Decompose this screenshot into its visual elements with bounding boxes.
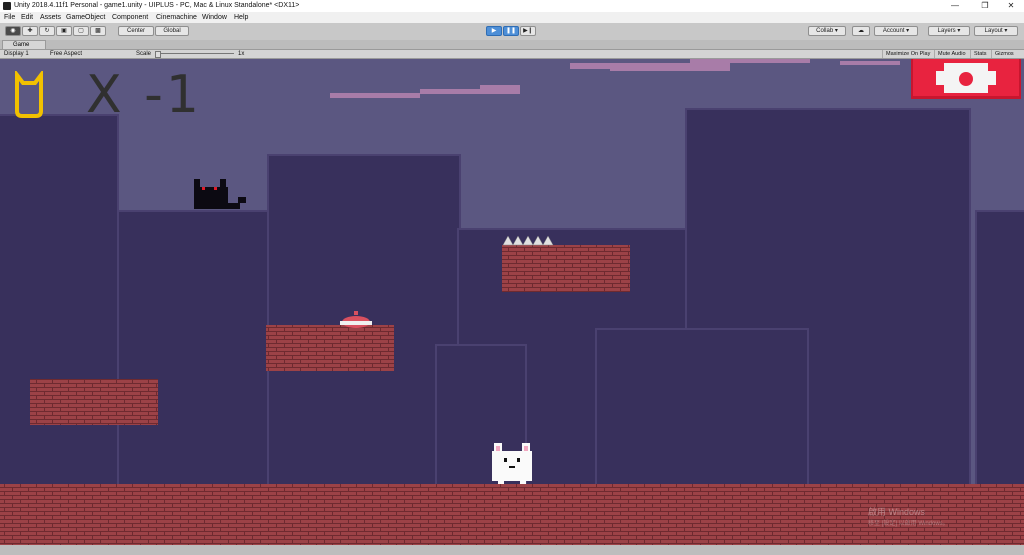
layers-dropdown[interactable]: Layers ▾ <box>928 26 970 36</box>
mute-audio-button[interactable]: Mute Audio <box>934 50 969 58</box>
menu-component[interactable]: Component <box>112 14 148 21</box>
unity-logo-icon <box>3 2 11 10</box>
menu-help[interactable]: Help <box>234 14 248 21</box>
pause-button-icon <box>911 59 1021 99</box>
hand-tool-icon[interactable]: ◉ <box>5 26 21 36</box>
game-scene <box>0 59 1024 545</box>
lives-counter: X -1 <box>86 65 202 125</box>
menu-gameobject[interactable]: GameObject <box>66 14 105 21</box>
menu-cinemachine[interactable]: Cinemachine <box>156 14 197 21</box>
maximize-icon[interactable]: ❐ <box>972 0 998 12</box>
collab-button[interactable]: Collab ▾ <box>808 26 846 36</box>
close-icon[interactable]: ✕ <box>998 0 1024 12</box>
window-title: Unity 2018.4.11f1 Personal - game1.unity… <box>14 2 300 9</box>
game-view-options: Display 1 Free Aspect Scale 1x Maximize … <box>0 50 1024 59</box>
scale-value: 1x <box>238 51 245 57</box>
account-dropdown[interactable]: Account ▾ <box>874 26 918 36</box>
window-title-bar: Unity 2018.4.11f1 Personal - game1.unity… <box>0 0 1024 12</box>
menu-edit[interactable]: Edit <box>21 14 33 21</box>
brick-platform-middle <box>266 325 394 371</box>
maximize-on-play-button[interactable]: Maximize On Play <box>882 50 933 58</box>
game-viewport[interactable]: X -1 <box>0 59 1024 545</box>
scale-slider[interactable] <box>156 53 234 54</box>
menu-file[interactable]: File <box>4 14 15 21</box>
cloud-icon[interactable]: ☁ <box>852 26 870 36</box>
activation-watermark-subtitle: 移至 [設定] 以啟用 Windows。 <box>868 521 949 527</box>
editor-toolbar: ◉ ✚ ↻ ▣ ▢ ▩ Center Global ▶ ❚❚ ▶❙ Collab… <box>0 23 1024 41</box>
clouds <box>330 59 900 98</box>
step-icon[interactable]: ▶❙ <box>520 26 536 36</box>
display-dropdown[interactable]: Display 1 <box>4 50 29 58</box>
layout-dropdown[interactable]: Layout ▾ <box>974 26 1018 36</box>
game-view-header: Game <box>0 40 1024 50</box>
menu-assets[interactable]: Assets <box>40 14 61 21</box>
menu-window[interactable]: Window <box>202 14 227 21</box>
play-icon[interactable]: ▶ <box>486 26 502 36</box>
brick-platform-upper <box>502 245 630 292</box>
status-bar <box>0 545 1024 555</box>
cat-lives-icon <box>15 71 43 118</box>
stats-button[interactable]: Stats <box>970 50 990 58</box>
scale-slider-handle[interactable] <box>155 51 161 58</box>
transform-tool-icon[interactable]: ▩ <box>90 26 106 36</box>
pause-icon[interactable]: ❚❚ <box>503 26 519 36</box>
black-cat-enemy-icon <box>194 179 246 209</box>
menu-bar: File Edit Assets GameObject Component Ci… <box>0 12 1024 23</box>
minimize-icon[interactable]: — <box>942 0 968 12</box>
scale-label: Scale <box>136 51 152 57</box>
pivot-center-button[interactable]: Center <box>118 26 154 36</box>
brick-platform-left <box>30 379 158 425</box>
scale-tool-icon[interactable]: ▣ <box>56 26 72 36</box>
aspect-dropdown[interactable]: Free Aspect <box>50 50 82 58</box>
rotate-tool-icon[interactable]: ↻ <box>39 26 55 36</box>
gizmos-button[interactable]: Gizmos <box>991 50 1017 58</box>
move-tool-icon[interactable]: ✚ <box>22 26 38 36</box>
rect-tool-icon[interactable]: ▢ <box>73 26 89 36</box>
pivot-global-button[interactable]: Global <box>155 26 189 36</box>
activation-watermark: 啟用 Windows <box>868 507 926 517</box>
tab-game[interactable]: Game <box>2 40 46 49</box>
